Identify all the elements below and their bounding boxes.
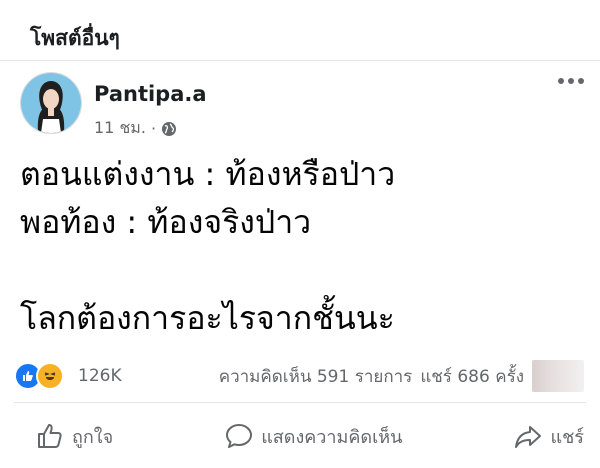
post-line: โลกต้องการอะไรจากชั้นนะ bbox=[20, 299, 395, 337]
comment-button[interactable]: แสดงความคิดเห็น bbox=[225, 422, 402, 451]
author-name[interactable]: Pantipa.a bbox=[94, 82, 207, 106]
post-time[interactable]: 11 ชม. bbox=[94, 116, 146, 141]
post-stats: 126K ความคิดเห็น 591 รายการ แชร์ 686 ครั… bbox=[14, 360, 584, 392]
globe-icon bbox=[162, 121, 177, 136]
reaction-count[interactable]: 126K bbox=[78, 366, 122, 386]
post-line: พอท้อง : ท้องจริงป่าว bbox=[20, 203, 312, 241]
section-title: โพสต์อื่นๆ bbox=[30, 26, 120, 50]
viewer-thumbnail[interactable] bbox=[532, 360, 584, 392]
post-meta: 11 ชม. · bbox=[94, 116, 177, 141]
share-button[interactable]: แชร์ bbox=[514, 422, 584, 451]
comment-icon bbox=[226, 424, 253, 448]
more-icon[interactable] bbox=[558, 78, 584, 84]
share-label: แชร์ bbox=[550, 426, 584, 448]
share-icon bbox=[515, 426, 542, 448]
dot bbox=[568, 78, 574, 84]
like-button[interactable]: ถูกใจ bbox=[36, 422, 113, 451]
avatar[interactable] bbox=[20, 72, 82, 134]
reaction-icons[interactable] bbox=[14, 362, 64, 390]
haha-icon bbox=[36, 362, 64, 390]
thumbs-up-icon bbox=[38, 424, 62, 448]
divider bbox=[0, 60, 600, 61]
divider bbox=[14, 402, 586, 403]
post-line bbox=[20, 246, 580, 294]
share-count[interactable]: แชร์ 686 ครั้ง bbox=[420, 363, 524, 390]
like-label: ถูกใจ bbox=[72, 426, 114, 448]
comment-count[interactable]: ความคิดเห็น 591 รายการ bbox=[219, 363, 413, 390]
post-line: ตอนแต่งงาน : ท้องหรือป่าว bbox=[20, 155, 396, 193]
action-bar: ถูกใจ แสดงความคิดเห็น แชร์ bbox=[0, 414, 600, 458]
dot bbox=[558, 78, 564, 84]
dot bbox=[578, 78, 584, 84]
comment-label: แสดงความคิดเห็น bbox=[261, 426, 403, 448]
meta-separator: · bbox=[150, 119, 157, 138]
stats-right: ความคิดเห็น 591 รายการ แชร์ 686 ครั้ง bbox=[219, 360, 584, 392]
post-text: ตอนแต่งงาน : ท้องหรือป่าว พอท้อง : ท้องจ… bbox=[20, 150, 580, 342]
